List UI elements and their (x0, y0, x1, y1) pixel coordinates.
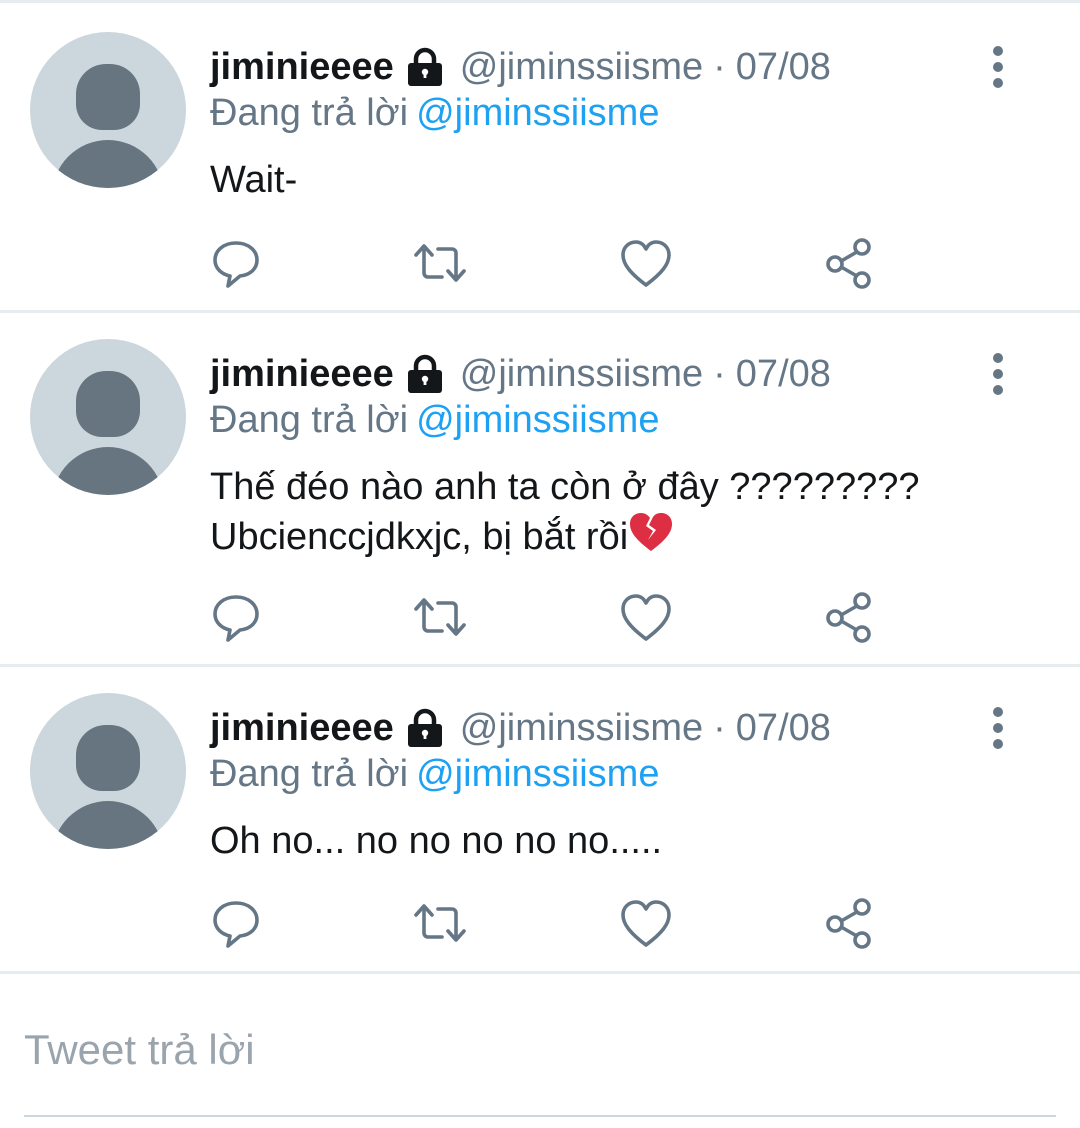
tweet[interactable]: jiminieeee @jiminssiisme · 07/08 Đang tr… (0, 313, 1080, 667)
replying-to: Đang trả lời @jiminssiisme (210, 92, 659, 135)
display-name[interactable]: jiminieeee (210, 46, 394, 89)
tweet-header: jiminieeee @jiminssiisme · 07/08 (210, 42, 831, 92)
more-vertical-icon[interactable] (980, 705, 1016, 751)
replying-to-label: Đang trả lời (210, 753, 409, 795)
like-heart-icon[interactable] (616, 587, 676, 647)
lock-icon (407, 47, 442, 86)
tweet-header: jiminieeee @jiminssiisme · 07/08 (210, 703, 831, 753)
tweet-header: jiminieeee @jiminssiisme · 07/08 (210, 349, 831, 399)
retweet-icon[interactable] (410, 893, 470, 953)
tweet-text: Thế đéo nào anh ta còn ở đây ????????? U… (210, 463, 1050, 561)
avatar-body-shape (52, 140, 164, 188)
retweet-icon[interactable] (410, 587, 470, 647)
avatar-body-shape (52, 447, 164, 495)
more-vertical-icon[interactable] (980, 44, 1016, 90)
user-handle[interactable]: @jiminssiisme (460, 353, 703, 396)
display-name[interactable]: jiminieeee (210, 353, 394, 396)
replying-to: Đang trả lời @jiminssiisme (210, 753, 659, 796)
reply-composer (24, 1018, 1056, 1118)
reply-icon[interactable] (206, 587, 266, 647)
tweet-actions (0, 233, 1080, 293)
avatar[interactable] (30, 32, 186, 188)
tweet-date[interactable]: 07/08 (736, 707, 831, 750)
reply-icon[interactable] (206, 893, 266, 953)
avatar-head-shape (76, 371, 140, 437)
more-vertical-icon[interactable] (980, 351, 1016, 397)
reply-input-underline (24, 1115, 1056, 1117)
tweet-actions (0, 587, 1080, 647)
top-divider (0, 0, 1080, 3)
replying-to-mention[interactable]: @jiminssiisme (416, 399, 659, 441)
tweet-actions (0, 893, 1080, 953)
retweet-icon[interactable] (410, 233, 470, 293)
tweet-text-content: Thế đéo nào anh ta còn ở đây ????????? U… (210, 466, 920, 558)
tweet-text: Oh no... no no no no no..... (210, 820, 663, 862)
separator-dot: · (713, 45, 726, 88)
separator-dot: · (713, 706, 726, 749)
avatar[interactable] (30, 693, 186, 849)
tweet-divider (0, 971, 1080, 974)
like-heart-icon[interactable] (616, 893, 676, 953)
avatar-body-shape (52, 801, 164, 849)
replying-to-mention[interactable]: @jiminssiisme (416, 92, 659, 134)
user-handle[interactable]: @jiminssiisme (460, 707, 703, 750)
share-icon[interactable] (820, 587, 880, 647)
separator-dot: · (713, 352, 726, 395)
reply-tweet-input[interactable] (24, 1018, 1056, 1082)
tweet[interactable]: jiminieeee @jiminssiisme · 07/08 Đang tr… (0, 667, 1080, 974)
replying-to-label: Đang trả lời (210, 399, 409, 441)
broken-heart-icon (630, 513, 673, 551)
replying-to-mention[interactable]: @jiminssiisme (416, 753, 659, 795)
tweet[interactable]: jiminieeee @jiminssiisme · 07/08 Đang tr… (0, 6, 1080, 313)
tweet-text: Wait- (210, 159, 298, 201)
lock-icon (407, 708, 442, 747)
avatar[interactable] (30, 339, 186, 495)
avatar-head-shape (76, 725, 140, 791)
tweet-date[interactable]: 07/08 (736, 46, 831, 89)
user-handle[interactable]: @jiminssiisme (460, 46, 703, 89)
display-name[interactable]: jiminieeee (210, 707, 394, 750)
reply-icon[interactable] (206, 233, 266, 293)
share-icon[interactable] (820, 893, 880, 953)
replying-to-label: Đang trả lời (210, 92, 409, 134)
share-icon[interactable] (820, 233, 880, 293)
reply-thread: jiminieeee @jiminssiisme · 07/08 Đang tr… (0, 0, 1080, 1128)
lock-icon (407, 354, 442, 393)
tweet-date[interactable]: 07/08 (736, 353, 831, 396)
avatar-head-shape (76, 64, 140, 130)
like-heart-icon[interactable] (616, 233, 676, 293)
replying-to: Đang trả lời @jiminssiisme (210, 399, 659, 442)
